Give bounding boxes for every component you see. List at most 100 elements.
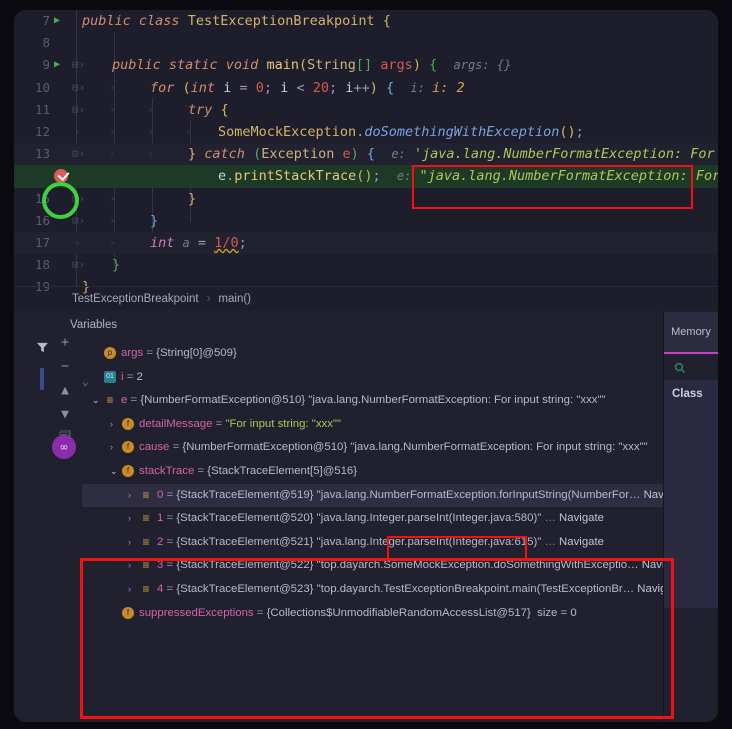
var-eq: = <box>163 488 177 501</box>
var-value: {String[0]@509} <box>156 347 237 359</box>
tree-row-detailmessage[interactable]: › f detailMessage = "For input string: "xx… <box>82 413 718 437</box>
breadcrumb-method[interactable]: main() <box>218 293 251 305</box>
var-name: cause <box>139 441 170 454</box>
navigate-link[interactable]: Navigate <box>559 512 604 524</box>
field-badge-icon: f <box>122 417 134 430</box>
expand-arrow[interactable]: › <box>128 531 140 555</box>
run-gutter-icon[interactable]: ▶ <box>54 54 64 76</box>
fold-icon[interactable]: › <box>109 188 116 210</box>
code-text: } catch (Exception e) { e: 'java.lang.Nu… <box>188 143 718 165</box>
fold-icon[interactable]: ⊟› <box>72 54 85 76</box>
inline-exception-tail: For i <box>690 146 718 163</box>
code-line[interactable]: 18 ⊡› } <box>14 254 718 276</box>
code-text: public static void main(String[] args) {… <box>112 57 512 74</box>
tree-row-args[interactable]: p args = {String[0]@509} <box>82 342 718 366</box>
inline-hint: args: {} <box>453 58 512 73</box>
code-line[interactable]: 11 ⊟› › › try { <box>14 99 718 121</box>
code-line[interactable]: 17 › › int a = 1/0; <box>14 232 718 255</box>
var-eq: = <box>212 417 226 430</box>
var-name: args <box>121 347 144 359</box>
fold-icon[interactable]: › <box>147 121 154 143</box>
tree-row-stackelement-0[interactable]: › ≡ 0 = {StackTraceElement@519} "java.lang… <box>82 483 718 508</box>
tab-memory[interactable]: Memory <box>664 312 718 354</box>
variables-label: Variables <box>70 319 118 331</box>
memory-search[interactable] <box>664 356 718 380</box>
collapse-arrow[interactable]: ⌄ <box>110 460 122 484</box>
var-string-value: "java.lang.NumberFormatException.forInpu… <box>316 488 641 501</box>
move-up-button[interactable]: ▲ <box>61 384 69 397</box>
code-line[interactable]: 10 ⊟› › for (int i = 0; i < 20; i++) { i… <box>14 77 718 99</box>
code-line[interactable]: 13 ⊡› › › } catch (Exception e) { e: 'ja… <box>14 143 718 166</box>
expand-arrow[interactable]: › <box>110 413 122 437</box>
code-text: } <box>112 257 121 274</box>
code-text: public class TestExceptionBreakpoint { <box>82 13 391 29</box>
tree-row-stacktrace[interactable]: ⌄ f stackTrace = {StackTraceElement[5]@516… <box>82 460 718 484</box>
fold-icon[interactable]: › <box>109 77 116 99</box>
code-line[interactable]: 8 <box>14 32 718 54</box>
inline-exception-tail: For <box>695 168 718 185</box>
var-value: {StackTraceElement@519} <box>176 488 314 501</box>
var-string-value: "java.lang.NumberFormatException: For in… <box>308 394 606 407</box>
navigate-link[interactable]: Navigate <box>559 536 604 548</box>
green-circle-annotation <box>42 182 79 219</box>
remove-watch-button[interactable]: − <box>61 360 69 373</box>
breadcrumb-class[interactable]: TestExceptionBreakpoint <box>72 293 199 305</box>
fold-icon[interactable]: › <box>109 143 116 165</box>
ellipsis: … <box>544 535 556 548</box>
fold-icon[interactable]: ⊟› <box>72 99 85 121</box>
line-number: 12 <box>34 124 50 139</box>
class-column-label: Class <box>672 388 703 400</box>
search-icon[interactable] <box>674 362 686 374</box>
code-line[interactable]: 9 ▶ ⊟› public static void main(String[] … <box>14 54 718 76</box>
tree-row-cause[interactable]: › f cause = {NumberFormatException@510} "j… <box>82 436 718 460</box>
run-gutter-icon[interactable]: ▶ <box>54 10 64 32</box>
fold-icon[interactable]: › <box>109 99 116 121</box>
var-eq: = <box>123 370 137 383</box>
code-line[interactable]: 7 ▶ public class TestExceptionBreakpoint… <box>14 10 718 32</box>
line-number: 8 <box>42 35 50 51</box>
fold-icon[interactable]: ⊡› <box>72 254 85 276</box>
var-eq: = <box>169 441 183 454</box>
field-badge-icon: f <box>122 464 134 477</box>
line-number: 13 <box>34 146 50 162</box>
object-badge-icon: ≡ <box>142 511 150 526</box>
fold-icon[interactable]: › <box>109 232 116 254</box>
tree-row-stackelement-1[interactable]: › ≡ 1 = {StackTraceElement@520} "java.lang… <box>82 507 718 531</box>
fold-icon[interactable]: › <box>109 121 116 143</box>
expand-arrow[interactable]: › <box>128 507 140 531</box>
filter-icon[interactable] <box>36 342 49 353</box>
fold-icon[interactable]: › <box>147 99 154 121</box>
line-number: 7 <box>42 13 50 28</box>
fold-icon[interactable]: › <box>109 210 116 232</box>
infinity-glyph: ∞ <box>60 440 68 454</box>
expand-arrow[interactable]: › <box>110 436 122 460</box>
line-number: 16 <box>34 212 50 228</box>
tree-row-i[interactable]: 01 i = 2 <box>82 366 718 390</box>
code-editor[interactable]: 7 ▶ public class TestExceptionBreakpoint… <box>14 10 718 310</box>
code-text: try { <box>188 101 229 118</box>
inline-exception-value: 'java.lang.NumberFormatException: <box>413 146 683 163</box>
code-line[interactable]: 12 › › › › SomeMockException.doSomething… <box>14 121 718 143</box>
fold-icon[interactable]: ⊡› <box>72 143 85 165</box>
breadcrumb-separator: › <box>206 293 211 305</box>
fold-icon[interactable]: › <box>109 165 116 187</box>
var-eq: = <box>194 464 208 477</box>
fold-icon[interactable]: › <box>147 165 154 187</box>
ide-window: 7 ▶ public class TestExceptionBreakpoint… <box>14 10 718 722</box>
line-number: 17 <box>34 235 50 250</box>
fold-icon[interactable]: › <box>147 143 154 165</box>
expand-arrow[interactable]: › <box>128 484 140 508</box>
code-line[interactable]: 16 ⊡› › } <box>14 210 718 232</box>
add-watch-button[interactable]: + <box>61 336 69 349</box>
move-down-button[interactable]: ▼ <box>61 408 69 421</box>
var-value: {NumberFormatException@510} <box>182 441 348 454</box>
fold-icon[interactable]: › <box>74 121 81 143</box>
tree-row-e[interactable]: ⌄ ≡ e = {NumberFormatException@510} "java.… <box>82 389 718 413</box>
object-badge-icon: ≡ <box>106 393 114 408</box>
fold-icon[interactable]: › <box>185 121 192 143</box>
infinity-icon[interactable]: ∞ <box>52 435 76 459</box>
breadcrumb[interactable]: TestExceptionBreakpoint › main() <box>14 286 718 310</box>
collapse-arrow[interactable]: ⌄ <box>92 389 104 413</box>
fold-icon[interactable]: › <box>74 232 81 254</box>
fold-icon[interactable]: ⊟› <box>72 77 85 99</box>
